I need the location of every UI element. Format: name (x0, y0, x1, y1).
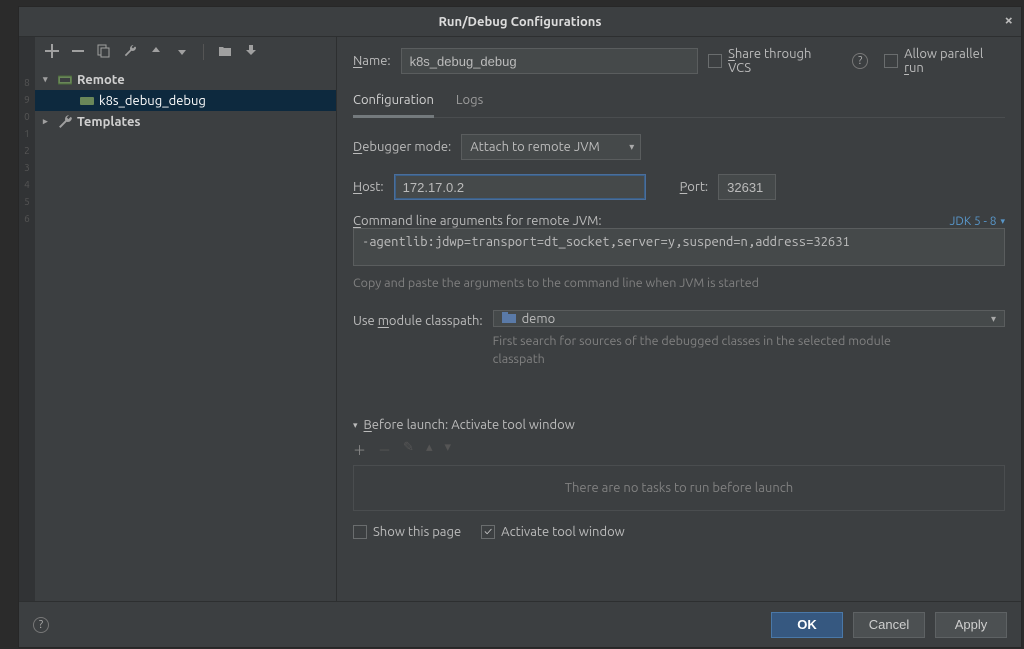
apply-button[interactable]: Apply (935, 612, 1007, 638)
run-debug-configurations-dialog: Run/Debug Configurations × 890123456 (18, 6, 1022, 648)
help-icon[interactable]: ? (852, 53, 868, 69)
config-form-panel: Name: Share through VCS ? Allow parallel… (337, 37, 1021, 601)
tree-toolbar (35, 37, 336, 67)
tree-node-remote[interactable]: ▾ Remote (35, 69, 336, 90)
checkbox-icon (353, 525, 367, 539)
tree-node-k8s-debug[interactable]: k8s_debug_debug (35, 90, 336, 111)
debugger-mode-row: Debugger mode: Attach to remote JVM ▾ (353, 134, 1005, 160)
name-row: Name: Share through VCS ? Allow parallel… (353, 47, 1005, 75)
remove-icon: － (378, 440, 391, 459)
host-input[interactable] (394, 174, 646, 200)
before-launch-title: Before launch: Activate tool window (364, 418, 575, 432)
tab-logs[interactable]: Logs (456, 87, 483, 117)
folder-collapse-icon[interactable] (218, 44, 232, 61)
tab-configuration[interactable]: Configuration (353, 87, 434, 118)
copy-icon[interactable] (97, 44, 111, 61)
jdk-version-link[interactable]: JDK 5 - 8 ▾ (950, 215, 1005, 228)
close-icon[interactable]: × (1005, 11, 1013, 28)
move-down-icon[interactable] (175, 44, 189, 61)
allow-parallel-checkbox[interactable]: Allow parallel run (884, 47, 1005, 75)
debugger-mode-select[interactable]: Attach to remote JVM ▾ (461, 134, 641, 160)
debugger-mode-label: Debugger mode: (353, 140, 451, 154)
chevron-right-icon[interactable]: ▸ (43, 116, 53, 127)
chevron-down-icon: ▾ (353, 420, 358, 431)
before-launch-header[interactable]: ▾ Before launch: Activate tool window (353, 418, 1005, 432)
allow-parallel-label: Allow parallel run (904, 47, 1005, 75)
before-launch-toolbar: ＋ － ✎ ▴ ▾ (353, 440, 1005, 459)
port-input[interactable] (718, 174, 776, 200)
remote-config-icon (57, 74, 73, 86)
ok-button[interactable]: OK (771, 612, 843, 638)
cmd-args-text[interactable]: -agentlib:jdwp=transport=dt_socket,serve… (353, 228, 1005, 266)
wrench-icon (57, 114, 73, 130)
config-tree-panel: ▾ Remote k8s_debug_debug ▸ (35, 37, 337, 601)
module-icon (502, 311, 516, 326)
chevron-down-icon: ▾ (1000, 216, 1005, 227)
show-this-page-label: Show this page (373, 525, 461, 539)
cmd-args-label: Command line arguments for remote JVM: (353, 214, 602, 228)
activate-tool-window-label: Activate tool window (501, 525, 625, 539)
activate-tool-window-checkbox[interactable]: Activate tool window (481, 525, 625, 539)
port-label: Port: (680, 180, 709, 194)
name-label: Name: (353, 54, 391, 68)
dialog-titlebar: Run/Debug Configurations × (19, 7, 1021, 37)
tree-node-label: Templates (77, 115, 141, 129)
module-classpath-label: Use module classpath: (353, 310, 483, 328)
move-up-icon[interactable] (149, 44, 163, 61)
tree-node-label: Remote (77, 73, 125, 87)
remote-item-icon (79, 95, 95, 107)
chevron-down-icon: ▾ (991, 313, 996, 325)
before-launch-section: ▾ Before launch: Activate tool window ＋ … (353, 418, 1005, 539)
move-up-icon: ▴ (426, 440, 433, 459)
expand-all-icon[interactable] (244, 44, 258, 61)
module-classpath-value: demo (522, 312, 556, 326)
name-input[interactable] (401, 48, 699, 74)
host-port-row: Host: Port: (353, 174, 1005, 200)
cancel-button[interactable]: Cancel (853, 612, 925, 638)
move-down-icon: ▾ (444, 440, 451, 459)
help-icon[interactable]: ? (33, 617, 49, 633)
editor-gutter: 890123456 (19, 37, 35, 601)
dialog-title: Run/Debug Configurations (438, 15, 601, 29)
cmd-args-section: Command line arguments for remote JVM: J… (353, 214, 1005, 290)
module-classpath-hint: First search for sources of the debugged… (493, 333, 933, 368)
checkbox-icon (884, 54, 898, 68)
remove-icon[interactable] (71, 44, 85, 61)
module-classpath-row: Use module classpath: demo ▾ First searc… (353, 310, 1005, 368)
host-label: Host: (353, 180, 384, 194)
cmd-args-hint: Copy and paste the arguments to the comm… (353, 276, 1005, 290)
module-classpath-select[interactable]: demo ▾ (493, 310, 1005, 327)
add-icon[interactable]: ＋ (353, 440, 366, 459)
config-tree[interactable]: ▾ Remote k8s_debug_debug ▸ (35, 67, 336, 601)
wrench-icon[interactable] (123, 44, 137, 61)
checkbox-checked-icon (481, 525, 495, 539)
tree-node-label: k8s_debug_debug (99, 94, 206, 108)
show-this-page-checkbox[interactable]: Show this page (353, 525, 461, 539)
checkbox-icon (708, 54, 722, 68)
debugger-mode-value: Attach to remote JVM (470, 140, 600, 154)
edit-icon: ✎ (403, 440, 414, 459)
chevron-down-icon: ▾ (629, 141, 634, 153)
share-vcs-checkbox[interactable]: Share through VCS (708, 47, 836, 75)
form-tabs: Configuration Logs (353, 87, 1005, 118)
share-vcs-label: Share through VCS (728, 47, 836, 75)
tree-node-templates[interactable]: ▸ Templates (35, 111, 336, 132)
dialog-footer: ? OK Cancel Apply (19, 601, 1021, 647)
chevron-down-icon[interactable]: ▾ (43, 74, 53, 85)
before-launch-tasks-empty: There are no tasks to run before launch (353, 465, 1005, 511)
add-icon[interactable] (45, 44, 59, 61)
